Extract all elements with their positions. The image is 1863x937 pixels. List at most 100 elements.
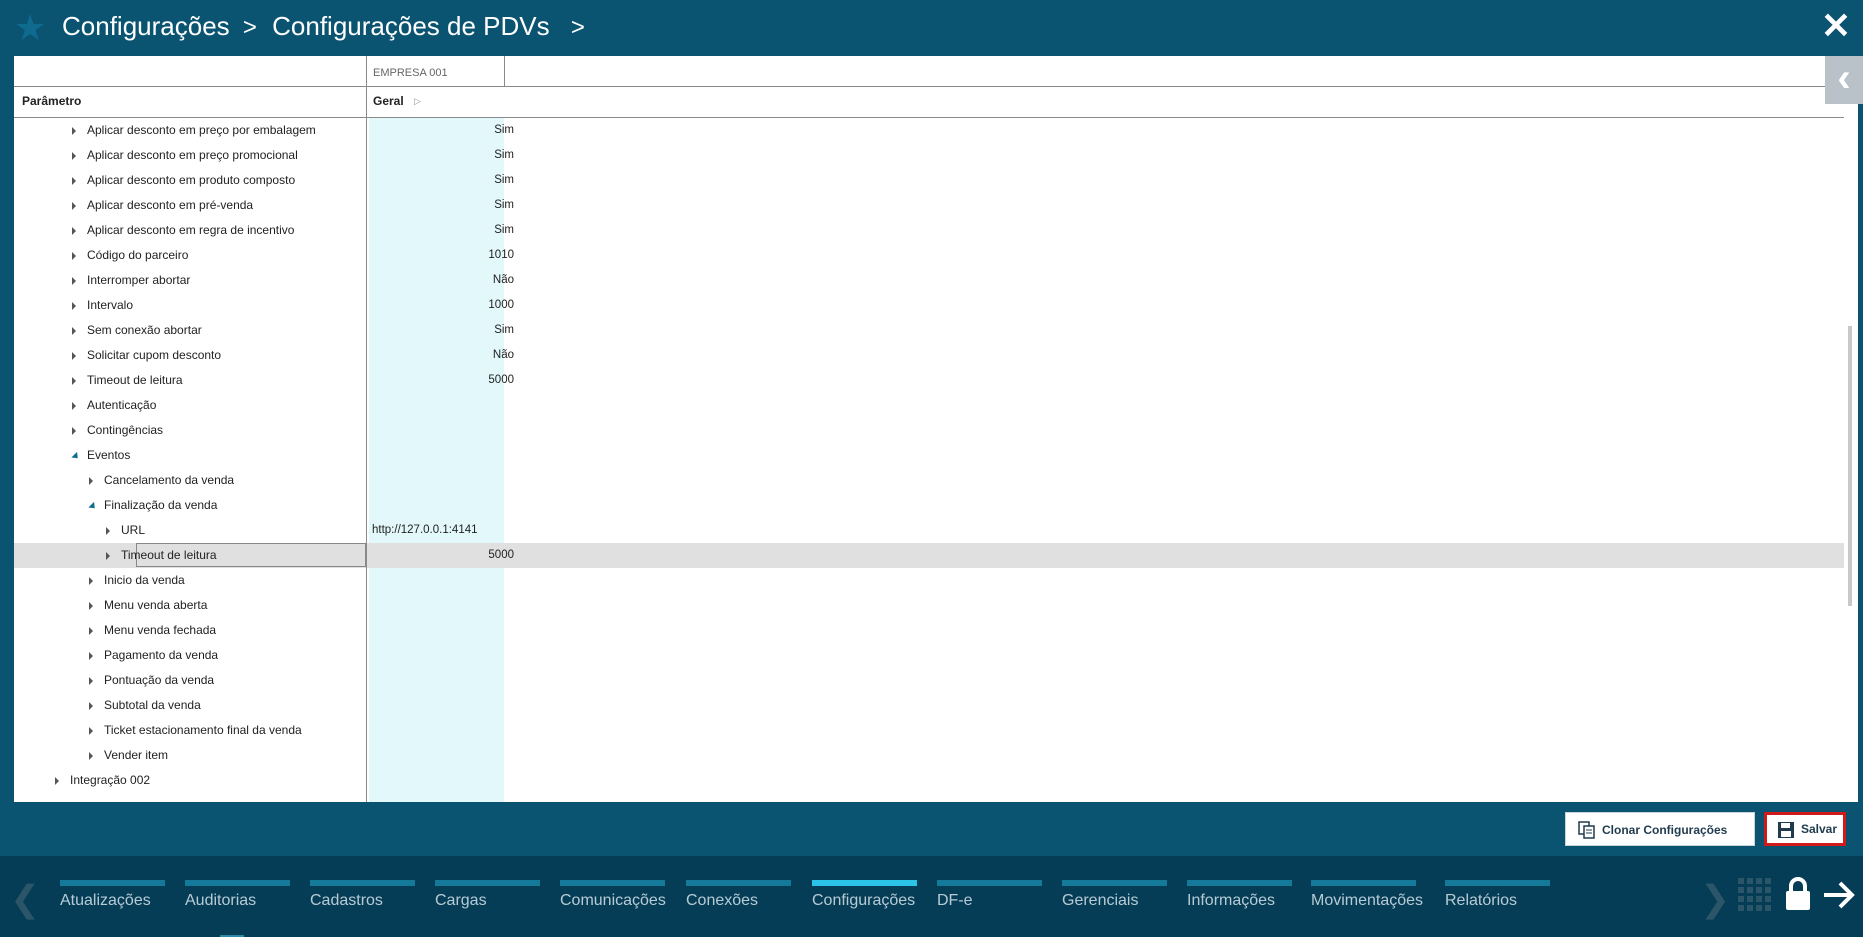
parameter-row[interactable]: Inicio da venda	[14, 568, 1844, 593]
collapsed-caret-icon[interactable]	[72, 352, 76, 360]
parameter-row[interactable]: Aplicar desconto em regra de incentivo Si…	[14, 218, 1844, 243]
collapsed-caret-icon[interactable]	[72, 277, 76, 285]
parameter-row[interactable]: Pagamento da venda	[14, 643, 1844, 668]
column-divider[interactable]	[366, 56, 367, 802]
nav-item-3[interactable]: Cargas	[435, 880, 540, 920]
parameter-row[interactable]: Cancelamento da venda	[14, 468, 1844, 493]
collapsed-caret-icon[interactable]	[89, 577, 93, 585]
parameter-label: Eventos	[87, 448, 131, 462]
parameter-row[interactable]: Intervalo 1000	[14, 293, 1844, 318]
parameter-row[interactable]: Finalização da venda	[14, 493, 1844, 518]
parameter-row[interactable]: URL http://127.0.0.1:4141	[14, 518, 1844, 543]
parameter-value[interactable]: Não	[493, 343, 514, 368]
collapsed-caret-icon[interactable]	[89, 727, 93, 735]
collapsed-caret-icon[interactable]	[72, 327, 76, 335]
parameter-value[interactable]: 5000	[488, 368, 514, 393]
collapsed-caret-icon[interactable]	[72, 202, 76, 210]
collapsed-caret-icon[interactable]	[72, 127, 76, 135]
parameter-value[interactable]: 1010	[488, 243, 514, 268]
collapsed-caret-icon[interactable]	[89, 702, 93, 710]
parameter-row[interactable]: Vender item	[14, 743, 1844, 768]
close-icon[interactable]: ✕	[1821, 6, 1851, 46]
nav-item-9[interactable]: Informações	[1187, 880, 1292, 920]
parameter-row[interactable]: Aplicar desconto em pré-venda Sim	[14, 193, 1844, 218]
collapsed-caret-icon[interactable]	[72, 377, 76, 385]
parameter-row[interactable]: Menu venda aberta	[14, 593, 1844, 618]
collapsed-caret-icon[interactable]	[72, 427, 76, 435]
collapsed-caret-icon[interactable]	[72, 177, 76, 185]
arrow-right-icon[interactable]	[1822, 880, 1856, 910]
apps-grid-icon[interactable]	[1738, 878, 1772, 912]
nav-item-5[interactable]: Conexões	[686, 880, 791, 920]
collapsed-caret-icon[interactable]	[72, 252, 76, 260]
parameter-value[interactable]: Sim	[494, 318, 514, 343]
collapsed-caret-icon[interactable]	[89, 602, 93, 610]
nav-next-icon[interactable]: ❯	[1700, 878, 1730, 920]
nav-previous-icon[interactable]: ❮	[10, 878, 40, 920]
parameter-row[interactable]: Integração 002	[14, 768, 1844, 793]
parameter-row[interactable]: Eventos	[14, 443, 1844, 468]
breadcrumb-chevron[interactable]: >	[571, 10, 585, 46]
nav-item-0[interactable]: Atualizações	[60, 880, 165, 920]
nav-item-1[interactable]: Auditorias	[185, 880, 290, 920]
nav-item-11[interactable]: Relatórios	[1445, 880, 1550, 920]
save-button[interactable]: Salvar	[1764, 812, 1846, 846]
collapsed-caret-icon[interactable]	[89, 627, 93, 635]
parameter-value[interactable]: Sim	[494, 118, 514, 143]
parameter-row[interactable]: Solicitar cupom desconto Não	[14, 343, 1844, 368]
clone-configurations-button[interactable]: Clonar Configurações	[1565, 812, 1755, 846]
collapsed-caret-icon[interactable]	[106, 552, 110, 560]
parameter-row[interactable]: Pontuação da venda	[14, 668, 1844, 693]
column-header-geral[interactable]: Geral	[373, 94, 404, 108]
collapsed-caret-icon[interactable]	[72, 402, 76, 410]
collapsed-caret-icon[interactable]	[72, 152, 76, 160]
star-icon[interactable]: ★	[14, 8, 46, 48]
parameter-row[interactable]: Autenticação	[14, 393, 1844, 418]
collapsed-caret-icon[interactable]	[106, 527, 110, 535]
expanded-caret-icon[interactable]	[88, 501, 98, 512]
parameter-row[interactable]: Subtotal da venda	[14, 693, 1844, 718]
parameter-row[interactable]: Interromper abortar Não	[14, 268, 1844, 293]
parameter-row[interactable]: Aplicar desconto em preço por embalagem S…	[14, 118, 1844, 143]
parameter-row[interactable]: Timeout de leitura 5000	[14, 368, 1844, 393]
parameter-value[interactable]: Sim	[494, 143, 514, 168]
collapsed-caret-icon[interactable]	[89, 752, 93, 760]
parameter-value[interactable]: 1000	[488, 293, 514, 318]
expand-column-icon[interactable]: ▷	[414, 96, 421, 107]
nav-item-10[interactable]: Movimentações	[1311, 880, 1423, 920]
expanded-caret-icon[interactable]	[71, 451, 81, 462]
nav-item-6[interactable]: Configurações	[812, 880, 917, 920]
chevron-left-icon[interactable]: ‹	[1825, 56, 1863, 104]
collapsed-caret-icon[interactable]	[55, 777, 59, 785]
nav-item-label: Informações	[1187, 892, 1276, 909]
collapsed-caret-icon[interactable]	[72, 302, 76, 310]
parameter-row[interactable]: Ticket estacionamento final da venda	[14, 718, 1844, 743]
nav-item-label: Relatórios	[1445, 892, 1518, 909]
column-header-parametro[interactable]: Parâmetro	[22, 94, 81, 108]
parameter-row[interactable]: Menu venda fechada	[14, 618, 1844, 643]
parameter-value[interactable]: Sim	[494, 168, 514, 193]
parameter-value[interactable]: Não	[493, 268, 514, 293]
parameter-row[interactable]: Timeout de leitura 5000	[14, 543, 1844, 568]
lock-icon[interactable]	[1784, 876, 1812, 912]
parameter-row[interactable]: Sem conexão abortar Sim	[14, 318, 1844, 343]
parameter-row[interactable]: Aplicar desconto em preço promocional Sim	[14, 143, 1844, 168]
collapsed-caret-icon[interactable]	[89, 652, 93, 660]
nav-item-2[interactable]: Cadastros	[310, 880, 415, 920]
parameter-value[interactable]: 5000	[488, 543, 514, 568]
collapsed-caret-icon[interactable]	[72, 227, 76, 235]
parameter-row[interactable]: Aplicar desconto em produto composto Sim	[14, 168, 1844, 193]
parameter-value[interactable]: http://127.0.0.1:4141	[372, 518, 478, 543]
parameter-value[interactable]: Sim	[494, 218, 514, 243]
parameter-value[interactable]: Sim	[494, 193, 514, 218]
collapsed-caret-icon[interactable]	[89, 477, 93, 485]
collapsed-caret-icon[interactable]	[89, 677, 93, 685]
parameter-row[interactable]: Contingências	[14, 418, 1844, 443]
breadcrumb-configuracoes[interactable]: Configurações	[62, 8, 230, 44]
nav-item-8[interactable]: Gerenciais	[1062, 880, 1167, 920]
breadcrumb-configuracoes-pdvs[interactable]: Configurações de PDVs	[272, 8, 549, 44]
nav-item-4[interactable]: Comunicações	[560, 880, 666, 920]
vertical-scrollbar[interactable]	[1848, 326, 1852, 606]
nav-item-7[interactable]: DF-e	[937, 880, 1042, 920]
parameter-row[interactable]: Código do parceiro 1010	[14, 243, 1844, 268]
